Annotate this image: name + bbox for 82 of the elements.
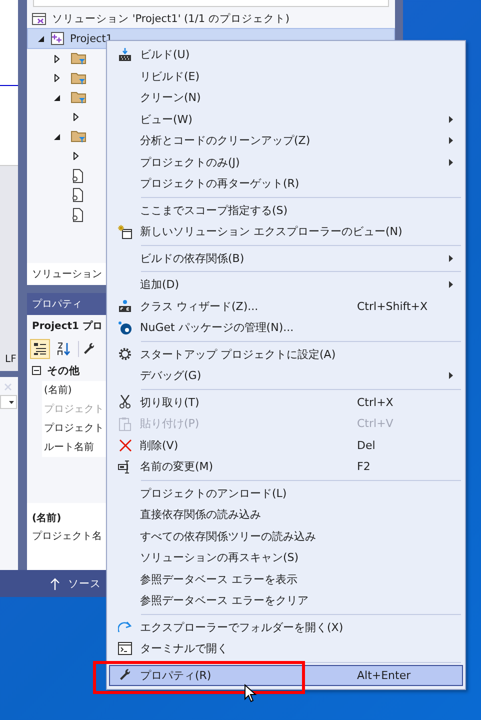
panel-title: プロパティ [32,298,82,310]
menu-item[interactable]: エクスプローラーでフォルダーを開く(X) [109,616,463,638]
document-icon [71,208,84,222]
folder-icon [71,72,86,85]
submenu-arrow-icon [449,158,453,166]
menu-item[interactable]: 切り取り(T) Ctrl+X [109,392,463,413]
menu-item[interactable]: ソリューションの再スキャン(S) [109,547,463,568]
rename-icon [118,460,132,474]
property-name[interactable]: (名前) [44,383,72,397]
class-wizard-icon [118,299,132,314]
menu-item[interactable]: プロジェクトの再ターゲット(R) [109,173,463,194]
submenu-arrow-icon [449,254,453,262]
document-icon [71,188,84,202]
dropdown[interactable] [0,395,17,409]
submenu-arrow-icon [449,281,453,288]
panel-tab[interactable]: ソリューション [32,266,102,280]
folder-icon [71,52,86,66]
menu-item[interactable]: すべての依存関係ツリーの読み込み [109,526,463,547]
menu-item[interactable]: 直接依存関係の読み込み [109,504,463,526]
new-window-icon [118,224,132,239]
wrench-icon[interactable] [83,342,95,356]
menu-item[interactable]: クラス ウィザード(Z)... Ctrl+Shift+X [109,296,463,317]
category-label: その他 [47,364,80,378]
project-icon [51,32,64,45]
menu-item[interactable]: 参照データベース エラーをクリア [109,590,463,612]
menu-item[interactable]: 追加(D) [109,274,463,296]
cursor-icon [244,684,257,703]
menu-item[interactable]: 参照データベース エラーを表示 [109,568,463,590]
terminal-icon [118,642,132,656]
build-icon [118,48,132,62]
expander-icon[interactable] [53,94,61,102]
property-name[interactable]: ルート名前 [44,440,94,454]
package-icon [118,320,132,335]
expander-icon[interactable] [53,74,61,82]
menu-item[interactable]: ビュー(W) [109,108,463,130]
source-control-button[interactable]: ソース [50,576,101,590]
description-title: (名前) [32,512,62,524]
menu-item[interactable]: プロパティ(R) Alt+Enter [109,664,463,686]
submenu-arrow-icon [449,372,453,380]
description-text: プロジェクト名 [32,530,102,542]
menu-item[interactable]: 新しいソリューション エクスプローラーのビュー(N) [109,221,463,242]
property-name[interactable]: プロジェクト [44,421,104,435]
tree-item[interactable]: ソリューション 'Project1' (1/1 のプロジェクト) [27,9,395,28]
menu-item[interactable]: 削除(V) Del [109,434,463,456]
menu-item[interactable]: 分析とコードのクリーンアップ(Z) [109,130,463,152]
submenu-arrow-icon [449,116,453,123]
menu-item[interactable]: プロジェクトのアンロード(L) [109,482,463,504]
categorized-button[interactable] [30,338,50,358]
menu-item[interactable]: クリーン(N) [109,87,463,108]
dropdown-arrow-icon [9,400,14,404]
expander-icon[interactable] [53,132,61,141]
folder-icon [71,130,86,144]
object-name: Project1 プロ [32,319,102,332]
collapse-icon[interactable] [32,366,41,375]
folder-icon [71,91,86,104]
categorized-list-icon [33,342,47,356]
up-arrow-icon [50,578,60,590]
menu-item[interactable]: 名前の変更(M) F2 [109,456,463,478]
line-ending-label: LF [5,354,16,365]
search-field[interactable] [33,0,389,7]
gear-icon [118,347,132,362]
sort-icon [57,342,71,356]
clipboard-icon [119,416,131,431]
delete-icon [118,438,132,452]
scissors-icon [119,395,131,410]
expander-icon[interactable] [72,113,80,122]
menu-item[interactable]: NuGet パッケージの管理(N)... [109,317,463,338]
redo-arrow-icon [118,621,132,634]
solution-icon [32,12,46,26]
expander-icon[interactable] [72,152,80,160]
menu-item[interactable]: ターミナルで開く [109,638,463,660]
expander-icon[interactable] [37,34,45,42]
menu-item[interactable]: ここまでスコープ指定する(S) [109,200,463,221]
document-icon [71,168,84,183]
menu-item[interactable]: プロジェクトのみ(J) [109,152,463,173]
menu-item[interactable]: スタートアップ プロジェクトに設定(A) [109,344,463,365]
submenu-arrow-icon [449,137,453,144]
expander-icon[interactable] [53,54,61,63]
menu-item[interactable]: ビルドの依存関係(B) [109,248,463,269]
menu-item[interactable]: リビルド(E) [109,66,463,87]
wrench-icon [118,668,132,682]
menu-item[interactable]: デバッグ(G) [109,365,463,386]
